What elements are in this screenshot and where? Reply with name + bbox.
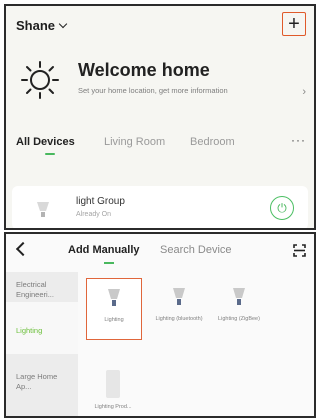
more-icon[interactable]: ··· [291, 133, 306, 147]
device-type-label: Lighting Prod... [94, 404, 132, 410]
bulb-icon [108, 289, 120, 306]
bulb-icon [37, 202, 49, 217]
active-tab-indicator [104, 262, 114, 264]
add-device-panel: Add Manually Search Device Electrical En… [4, 232, 316, 418]
welcome-banner[interactable]: Welcome home Set your home location, get… [20, 56, 306, 116]
device-type-lighting-zigbee[interactable]: Lighting (ZigBee) [212, 278, 266, 338]
panel-light-icon [106, 370, 120, 398]
power-icon: ⏻ [277, 200, 287, 215]
back-icon[interactable] [15, 241, 31, 257]
device-type-label: Lighting (ZigBee) [218, 316, 260, 322]
tab-all-devices[interactable]: All Devices [16, 136, 75, 148]
welcome-subtitle: Set your home location, get more informa… [78, 86, 228, 95]
device-type-label: Lighting (bluetooth) [155, 316, 203, 322]
tab-bedroom[interactable]: Bedroom [190, 136, 235, 148]
room-tabs: All Devices Living Room Bedroom ··· [16, 133, 306, 158]
add-device-button[interactable]: + [282, 12, 306, 36]
device-type-lighting-bluetooth[interactable]: Lighting (bluetooth) [152, 278, 206, 338]
chevron-right-icon: › [302, 86, 306, 98]
active-tab-indicator [45, 153, 55, 155]
category-lighting[interactable]: Lighting [16, 326, 72, 336]
category-sidebar: Electrical Engineeri... Lighting Large H… [6, 272, 78, 416]
category-electrical[interactable]: Electrical Engineeri... [16, 280, 72, 300]
tab-search-device[interactable]: Search Device [160, 244, 232, 256]
bulb-icon [233, 288, 245, 305]
home-screen-panel: Shane + Welcome home Set your home locat… [4, 4, 316, 230]
tab-add-manually[interactable]: Add Manually [68, 244, 140, 256]
home-switcher[interactable]: Shane [16, 18, 68, 33]
device-type-lighting-prod[interactable]: Lighting Prod... [86, 364, 140, 416]
device-type-label: Lighting [104, 317, 124, 323]
welcome-title: Welcome home [78, 60, 210, 80]
plus-icon: + [288, 13, 300, 35]
chevron-down-icon [58, 19, 68, 29]
device-status: Already On [76, 211, 112, 218]
device-card[interactable]: light Group Already On ⏻ [12, 186, 308, 228]
category-large-home[interactable]: Large Home Ap... [16, 372, 72, 392]
power-button[interactable]: ⏻ [270, 196, 294, 220]
scan-icon[interactable] [293, 244, 306, 257]
device-type-lighting[interactable]: Lighting [86, 278, 142, 340]
add-device-header: Add Manually Search Device [6, 240, 314, 266]
sun-icon [21, 61, 59, 99]
bulb-icon [173, 288, 185, 305]
user-name: Shane [16, 18, 56, 33]
top-bar: Shane + [16, 12, 306, 40]
tab-living-room[interactable]: Living Room [104, 136, 165, 148]
device-name: light Group [76, 196, 125, 207]
